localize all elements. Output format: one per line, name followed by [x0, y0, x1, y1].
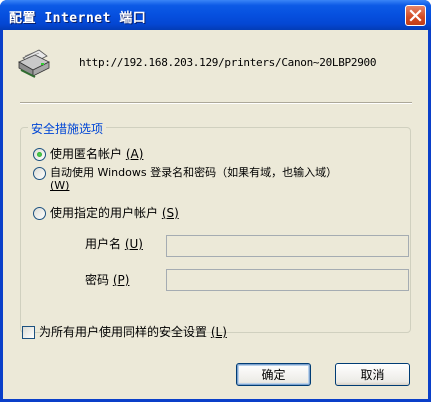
apply-all-users-checkbox[interactable] [22, 326, 35, 339]
radio-specified-user-label[interactable]: 使用指定的用户帐户 (S) [50, 206, 179, 221]
dialog-body: http://192.168.203.129/printers/Canon~20… [3, 30, 428, 399]
printer-url: http://192.168.203.129/printers/Canon~20… [79, 56, 377, 69]
close-icon [409, 9, 422, 22]
title-bar[interactable]: 配置 Internet 端口 [0, 0, 431, 30]
cancel-button[interactable]: 取消 [335, 363, 410, 386]
radio-button-specified-user[interactable] [33, 207, 46, 220]
separator [20, 102, 412, 104]
radio-selected-dot [37, 152, 42, 157]
password-input[interactable] [166, 269, 409, 291]
radio-windows-login[interactable]: 自动使用 Windows 登录名和密码（如果有域，也输入域） (W) [33, 166, 373, 192]
window-title: 配置 Internet 端口 [9, 11, 147, 26]
ok-button[interactable]: 确定 [236, 363, 311, 386]
password-label: 密码 (P) [85, 273, 130, 287]
apply-all-users-label[interactable]: 为所有用户使用同样的安全设置 (L) [39, 325, 227, 340]
radio-button-windows-login[interactable] [33, 167, 46, 180]
username-label: 用户名 (U) [85, 237, 143, 251]
apply-all-users-checkbox-row[interactable]: 为所有用户使用同样的安全设置 (L) [22, 325, 227, 340]
username-input[interactable] [166, 235, 409, 257]
security-group-title: 安全措施选项 [28, 120, 107, 137]
radio-anonymous[interactable]: 使用匿名帐户 (A) [33, 147, 143, 162]
radio-specified-user[interactable]: 使用指定的用户帐户 (S) [33, 206, 179, 221]
printer-icon [18, 49, 50, 78]
radio-anonymous-label[interactable]: 使用匿名帐户 (A) [50, 147, 143, 162]
dialog-window: 配置 Internet 端口 http://192.168.203.129/pr… [0, 0, 431, 402]
radio-windows-login-label[interactable]: 自动使用 Windows 登录名和密码（如果有域，也输入域） (W) [50, 166, 337, 192]
radio-button-anonymous[interactable] [33, 148, 46, 161]
close-button[interactable] [405, 5, 426, 26]
